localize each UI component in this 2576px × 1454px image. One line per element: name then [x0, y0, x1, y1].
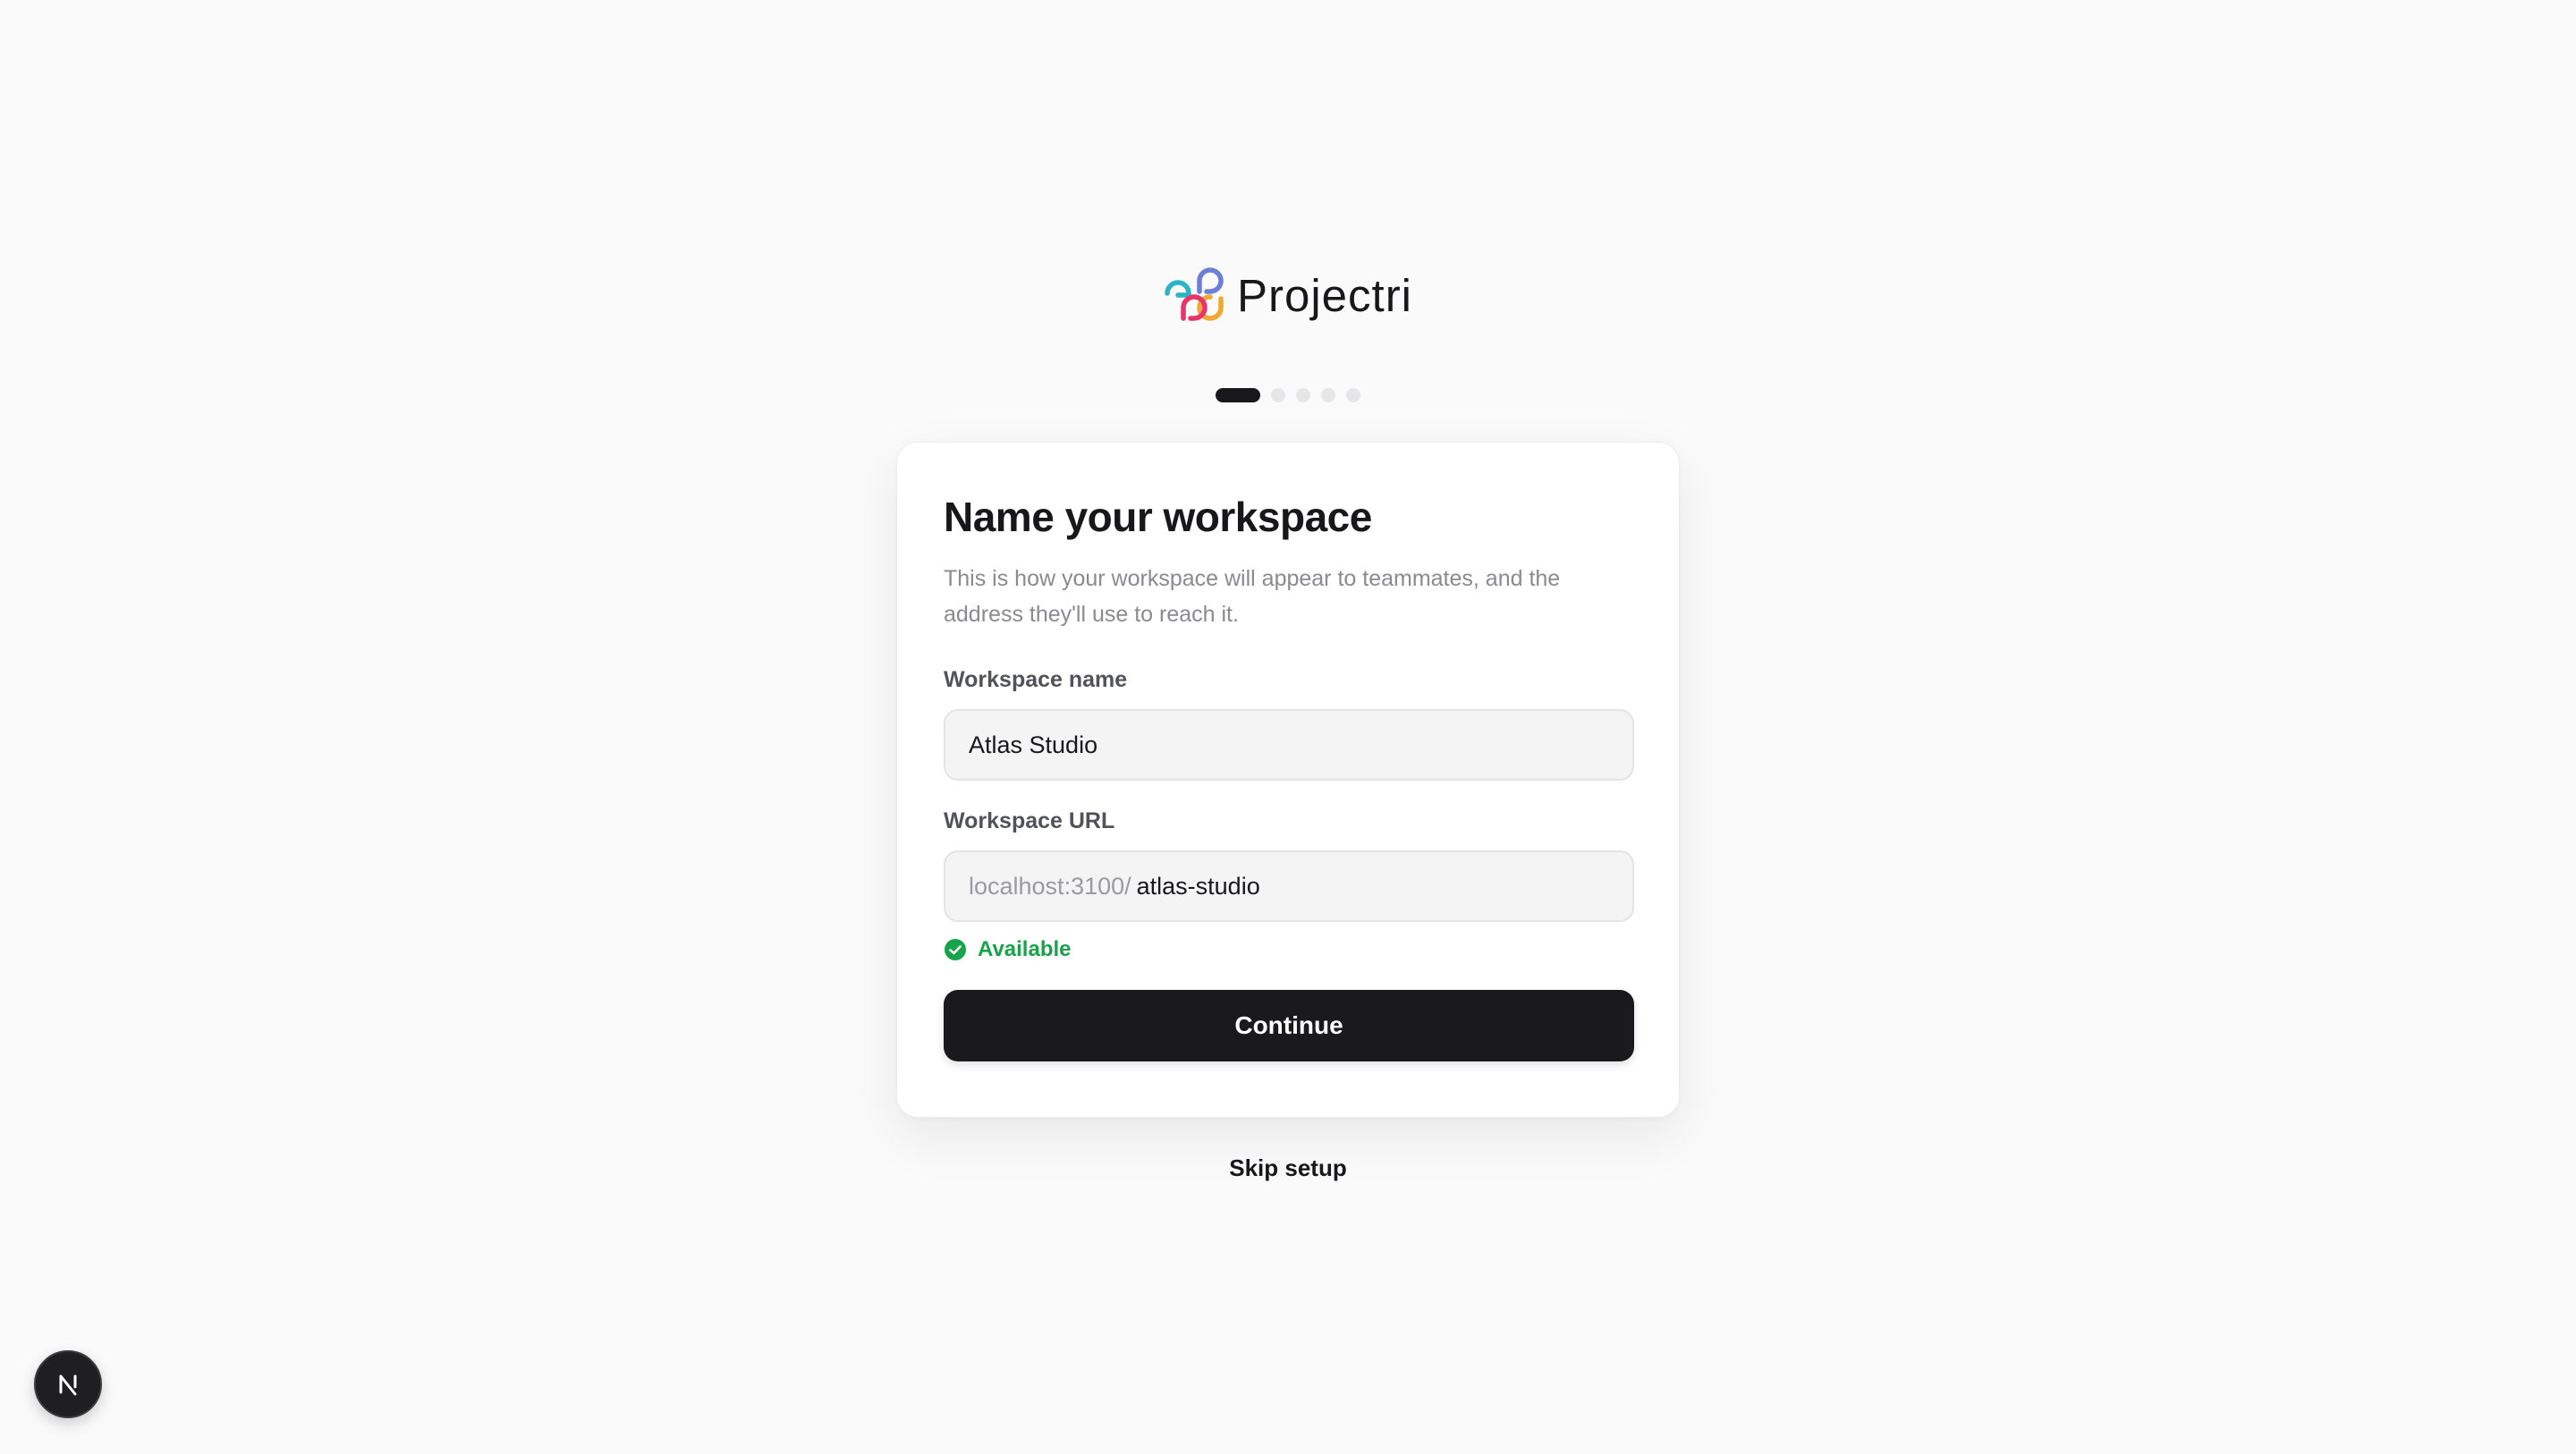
card-title: Name your workspace [944, 494, 1372, 540]
step-indicator-1 [1216, 388, 1260, 402]
workspace-url-label: Workspace URL [944, 808, 1115, 833]
skip-setup-link[interactable]: Skip setup [0, 1150, 2576, 1186]
card-description: This is how your workspace will appear t… [944, 566, 1561, 627]
workspace-name-value: Atlas Studio [969, 731, 1098, 758]
step-indicator-4 [1321, 388, 1335, 402]
continue-button[interactable]: Continue [944, 990, 1634, 1061]
workspace-setup-card: Name your workspace This is how your wor… [896, 442, 1680, 1118]
nextjs-icon [59, 1374, 77, 1396]
url-prefix: localhost:3100/ [969, 872, 1131, 900]
workspace-url-value: atlas-studio [1136, 872, 1260, 900]
progress-steps [0, 388, 2576, 402]
workspace-url-input[interactable]: localhost:3100/ atlas-studio [944, 850, 1634, 922]
availability-text: Available [978, 937, 1072, 961]
step-indicator-2 [1271, 388, 1285, 402]
nextjs-dev-badge[interactable] [34, 1350, 102, 1418]
brand-logo: Projectri [0, 266, 2576, 324]
availability-status: Available [944, 936, 1632, 963]
step-indicator-3 [1296, 388, 1310, 402]
check-circle-icon [945, 939, 966, 960]
projectri-logo-icon [1165, 267, 1224, 321]
workspace-name-input[interactable]: Atlas Studio [944, 709, 1634, 781]
workspace-name-label: Workspace name [944, 667, 1128, 692]
step-indicator-5 [1346, 388, 1360, 402]
brand-name: Projectri [1236, 269, 1413, 321]
onboarding-page: Projectri Name your workspace This is ho… [0, 0, 2576, 1454]
